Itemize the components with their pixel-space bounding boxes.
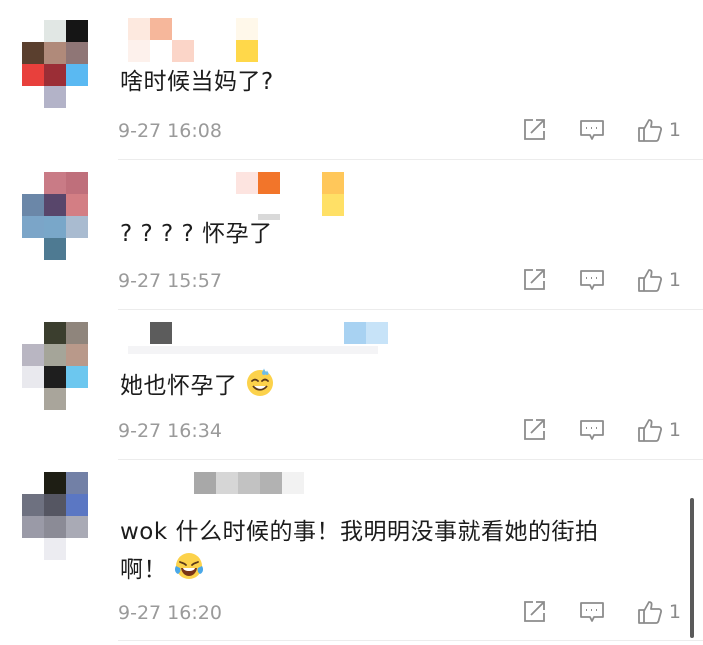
thumbs-up-icon[interactable] [637,117,663,143]
comment-timestamp: 9-27 16:34 [118,420,222,442]
comment-icon[interactable] [579,417,605,443]
like-count: 1 [668,419,681,441]
like-count: 1 [668,269,681,291]
username-blurred[interactable] [128,170,388,220]
comment-timestamp: 9-27 16:08 [118,120,222,142]
comment-icon[interactable] [579,599,605,625]
comment-text-content: 啊！ [120,557,167,583]
comment-text: 她也怀孕了 [120,366,276,404]
like-count: 1 [668,119,681,141]
comment-item: 她也怀孕了 9-27 16:34 1 [0,310,703,460]
share-icon[interactable] [521,117,547,143]
username-blurred[interactable] [128,470,388,514]
comment-timestamp: 9-27 15:57 [118,270,222,292]
comment-item: ? ? ? ? 怀孕了 9-27 15:57 1 [0,160,703,312]
comment-timestamp: 9-27 16:20 [118,602,222,624]
share-icon[interactable] [521,599,547,625]
comment-text-content: 她也怀孕了 [120,373,238,399]
thumbs-up-icon[interactable] [637,599,663,625]
like-count: 1 [668,601,681,623]
comment-icon[interactable] [579,267,605,293]
comment-icon[interactable] [579,117,605,143]
comment-actions: 1 [521,599,681,625]
avatar[interactable] [22,20,88,108]
thumbs-up-icon[interactable] [637,267,663,293]
avatar[interactable] [22,472,88,560]
comment-text: 啥时候当妈了? [120,69,274,95]
divider [118,640,703,641]
comment-item: wok 什么时候的事！我明明没事就看她的街拍 啊！ 9-27 16:20 1 [0,460,703,645]
scrollbar[interactable] [690,498,694,638]
comment-actions: 1 [521,267,681,293]
comment-text-line: 啊！ [120,550,599,588]
comment-item: 啥时候当妈了? 9-27 16:08 1 [0,0,703,160]
comment-text-line: wok 什么时候的事！我明明没事就看她的街拍 [120,519,599,545]
thumbs-up-icon[interactable] [637,417,663,443]
sweat-smile-emoji [246,368,273,396]
laughing-crying-emoji [174,553,204,579]
share-icon[interactable] [521,267,547,293]
comment-actions: 1 [521,417,681,443]
avatar[interactable] [22,172,88,260]
avatar[interactable] [22,322,88,410]
comment-text: wok 什么时候的事！我明明没事就看她的街拍 啊！ [120,514,599,588]
comment-actions: 1 [521,117,681,143]
username-blurred[interactable] [128,18,388,62]
username-blurred[interactable] [128,320,388,364]
share-icon[interactable] [521,417,547,443]
comment-text: ? ? ? ? 怀孕了 [120,221,273,247]
